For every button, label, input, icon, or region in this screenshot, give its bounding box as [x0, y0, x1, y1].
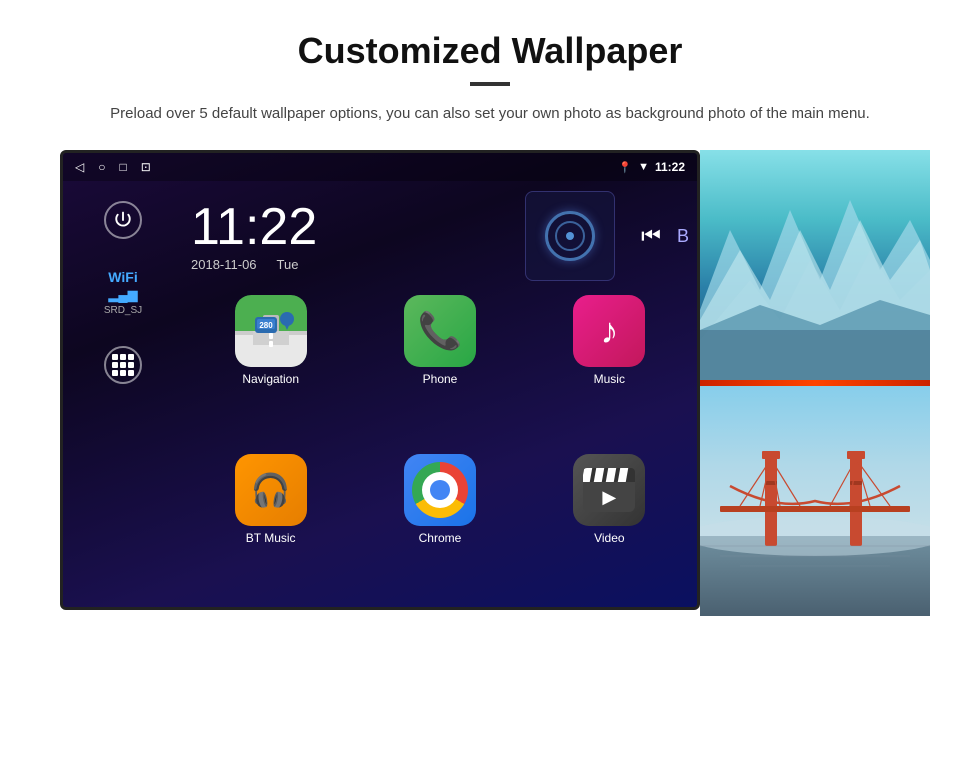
location-icon: 📍: [618, 161, 632, 174]
svg-text:280: 280: [259, 321, 273, 330]
music-symbol: ♪: [600, 310, 618, 352]
clapper-body: ▶: [583, 482, 635, 512]
sidebar: WiFi ▂▄▆ SRD_SJ: [63, 181, 183, 610]
chrome-label: Chrome: [419, 531, 462, 545]
app-music[interactable]: ♪ Music: [530, 295, 689, 444]
status-bar: ◁ ○ □ ⊡ 📍 ▼ 11:22: [63, 153, 697, 181]
video-icon: ▶: [573, 454, 645, 526]
chrome-icon-wrapper: [404, 454, 476, 526]
recents-icon[interactable]: □: [119, 160, 126, 174]
music-icon: ♪: [573, 295, 645, 367]
track-label: B: [677, 226, 689, 247]
screen-container: ◁ ○ □ ⊡ 📍 ▼ 11:22: [60, 150, 920, 616]
app-phone[interactable]: 📞 Phone: [360, 295, 519, 444]
status-right: 📍 ▼ 11:22: [618, 160, 685, 174]
date-value: 2018-11-06: [191, 257, 257, 272]
wallpaper-bridge[interactable]: [700, 386, 930, 616]
clock-date: 2018-11-06 Tue: [191, 257, 509, 272]
wifi-wave-icon: [545, 211, 595, 261]
home-icon[interactable]: ○: [98, 160, 105, 174]
music-label: Music: [594, 372, 625, 386]
wifi-inner-ring: [555, 221, 585, 251]
android-device: ◁ ○ □ ⊡ 📍 ▼ 11:22: [60, 150, 700, 610]
wallpaper-panels: [700, 150, 930, 616]
app-navigation[interactable]: 280 Navigation: [191, 295, 350, 444]
day-value: Tue: [277, 257, 299, 272]
nav-icons: ◁ ○ □ ⊡: [75, 160, 151, 174]
ice-scene-svg: [700, 150, 930, 380]
navigation-icon: 280: [235, 295, 307, 367]
bridge-scene: [700, 386, 930, 616]
wifi-bars: ▂▄▆: [104, 287, 142, 303]
power-button[interactable]: [104, 201, 142, 239]
page-description: Preload over 5 default wallpaper options…: [80, 102, 900, 126]
wifi-center-dot: [566, 232, 574, 240]
phone-symbol: 📞: [418, 310, 463, 352]
main-content: WiFi ▂▄▆ SRD_SJ: [63, 181, 697, 610]
bluetooth-symbol: 🎧: [251, 471, 291, 509]
center-content: 11:22 2018-11-06 Tue: [183, 181, 697, 610]
chrome-middle-ring: [422, 472, 458, 508]
clock-time: 11:22: [191, 201, 509, 253]
grid-icon: [112, 354, 134, 376]
app-grid: 280 Navigation 📞 Ph: [191, 295, 689, 603]
app-video[interactable]: ▶ Video: [530, 454, 689, 603]
phone-icon: 📞: [404, 295, 476, 367]
video-label: Video: [594, 531, 624, 545]
ice-scene: [700, 150, 930, 380]
clapper-top: [583, 468, 635, 482]
prev-track-button[interactable]: ⏮: [641, 223, 661, 249]
phone-label: Phone: [423, 372, 458, 386]
wifi-info: WiFi ▂▄▆ SRD_SJ: [104, 269, 142, 316]
clock-area: 11:22 2018-11-06 Tue: [191, 191, 689, 281]
bt-music-label: BT Music: [246, 531, 296, 545]
bt-icon: 🎧: [235, 454, 307, 526]
clock-block: 11:22 2018-11-06 Tue: [191, 201, 509, 272]
wallpaper-ice[interactable]: [700, 150, 930, 380]
back-icon[interactable]: ◁: [75, 160, 84, 174]
screenshot-icon: ⊡: [141, 160, 151, 174]
navigation-label: Navigation: [242, 372, 299, 386]
page-title: Customized Wallpaper: [60, 30, 920, 72]
status-time: 11:22: [655, 160, 685, 174]
wifi-widget: [525, 191, 615, 281]
wifi-ssid: SRD_SJ: [104, 305, 142, 316]
chrome-icon: [412, 462, 468, 518]
signal-icon: ▼: [638, 161, 649, 173]
app-chrome[interactable]: Chrome: [360, 454, 519, 603]
chrome-center: [430, 480, 450, 500]
media-controls: ⏮ B: [641, 223, 689, 249]
app-bt-music[interactable]: 🎧 BT Music: [191, 454, 350, 603]
bridge-scene-svg: [700, 386, 930, 616]
title-divider: [470, 82, 510, 86]
play-symbol: ▶: [602, 487, 616, 508]
apps-grid-button[interactable]: [104, 346, 142, 384]
wifi-label: WiFi: [104, 269, 142, 285]
clapper-icon: ▶: [583, 468, 635, 512]
